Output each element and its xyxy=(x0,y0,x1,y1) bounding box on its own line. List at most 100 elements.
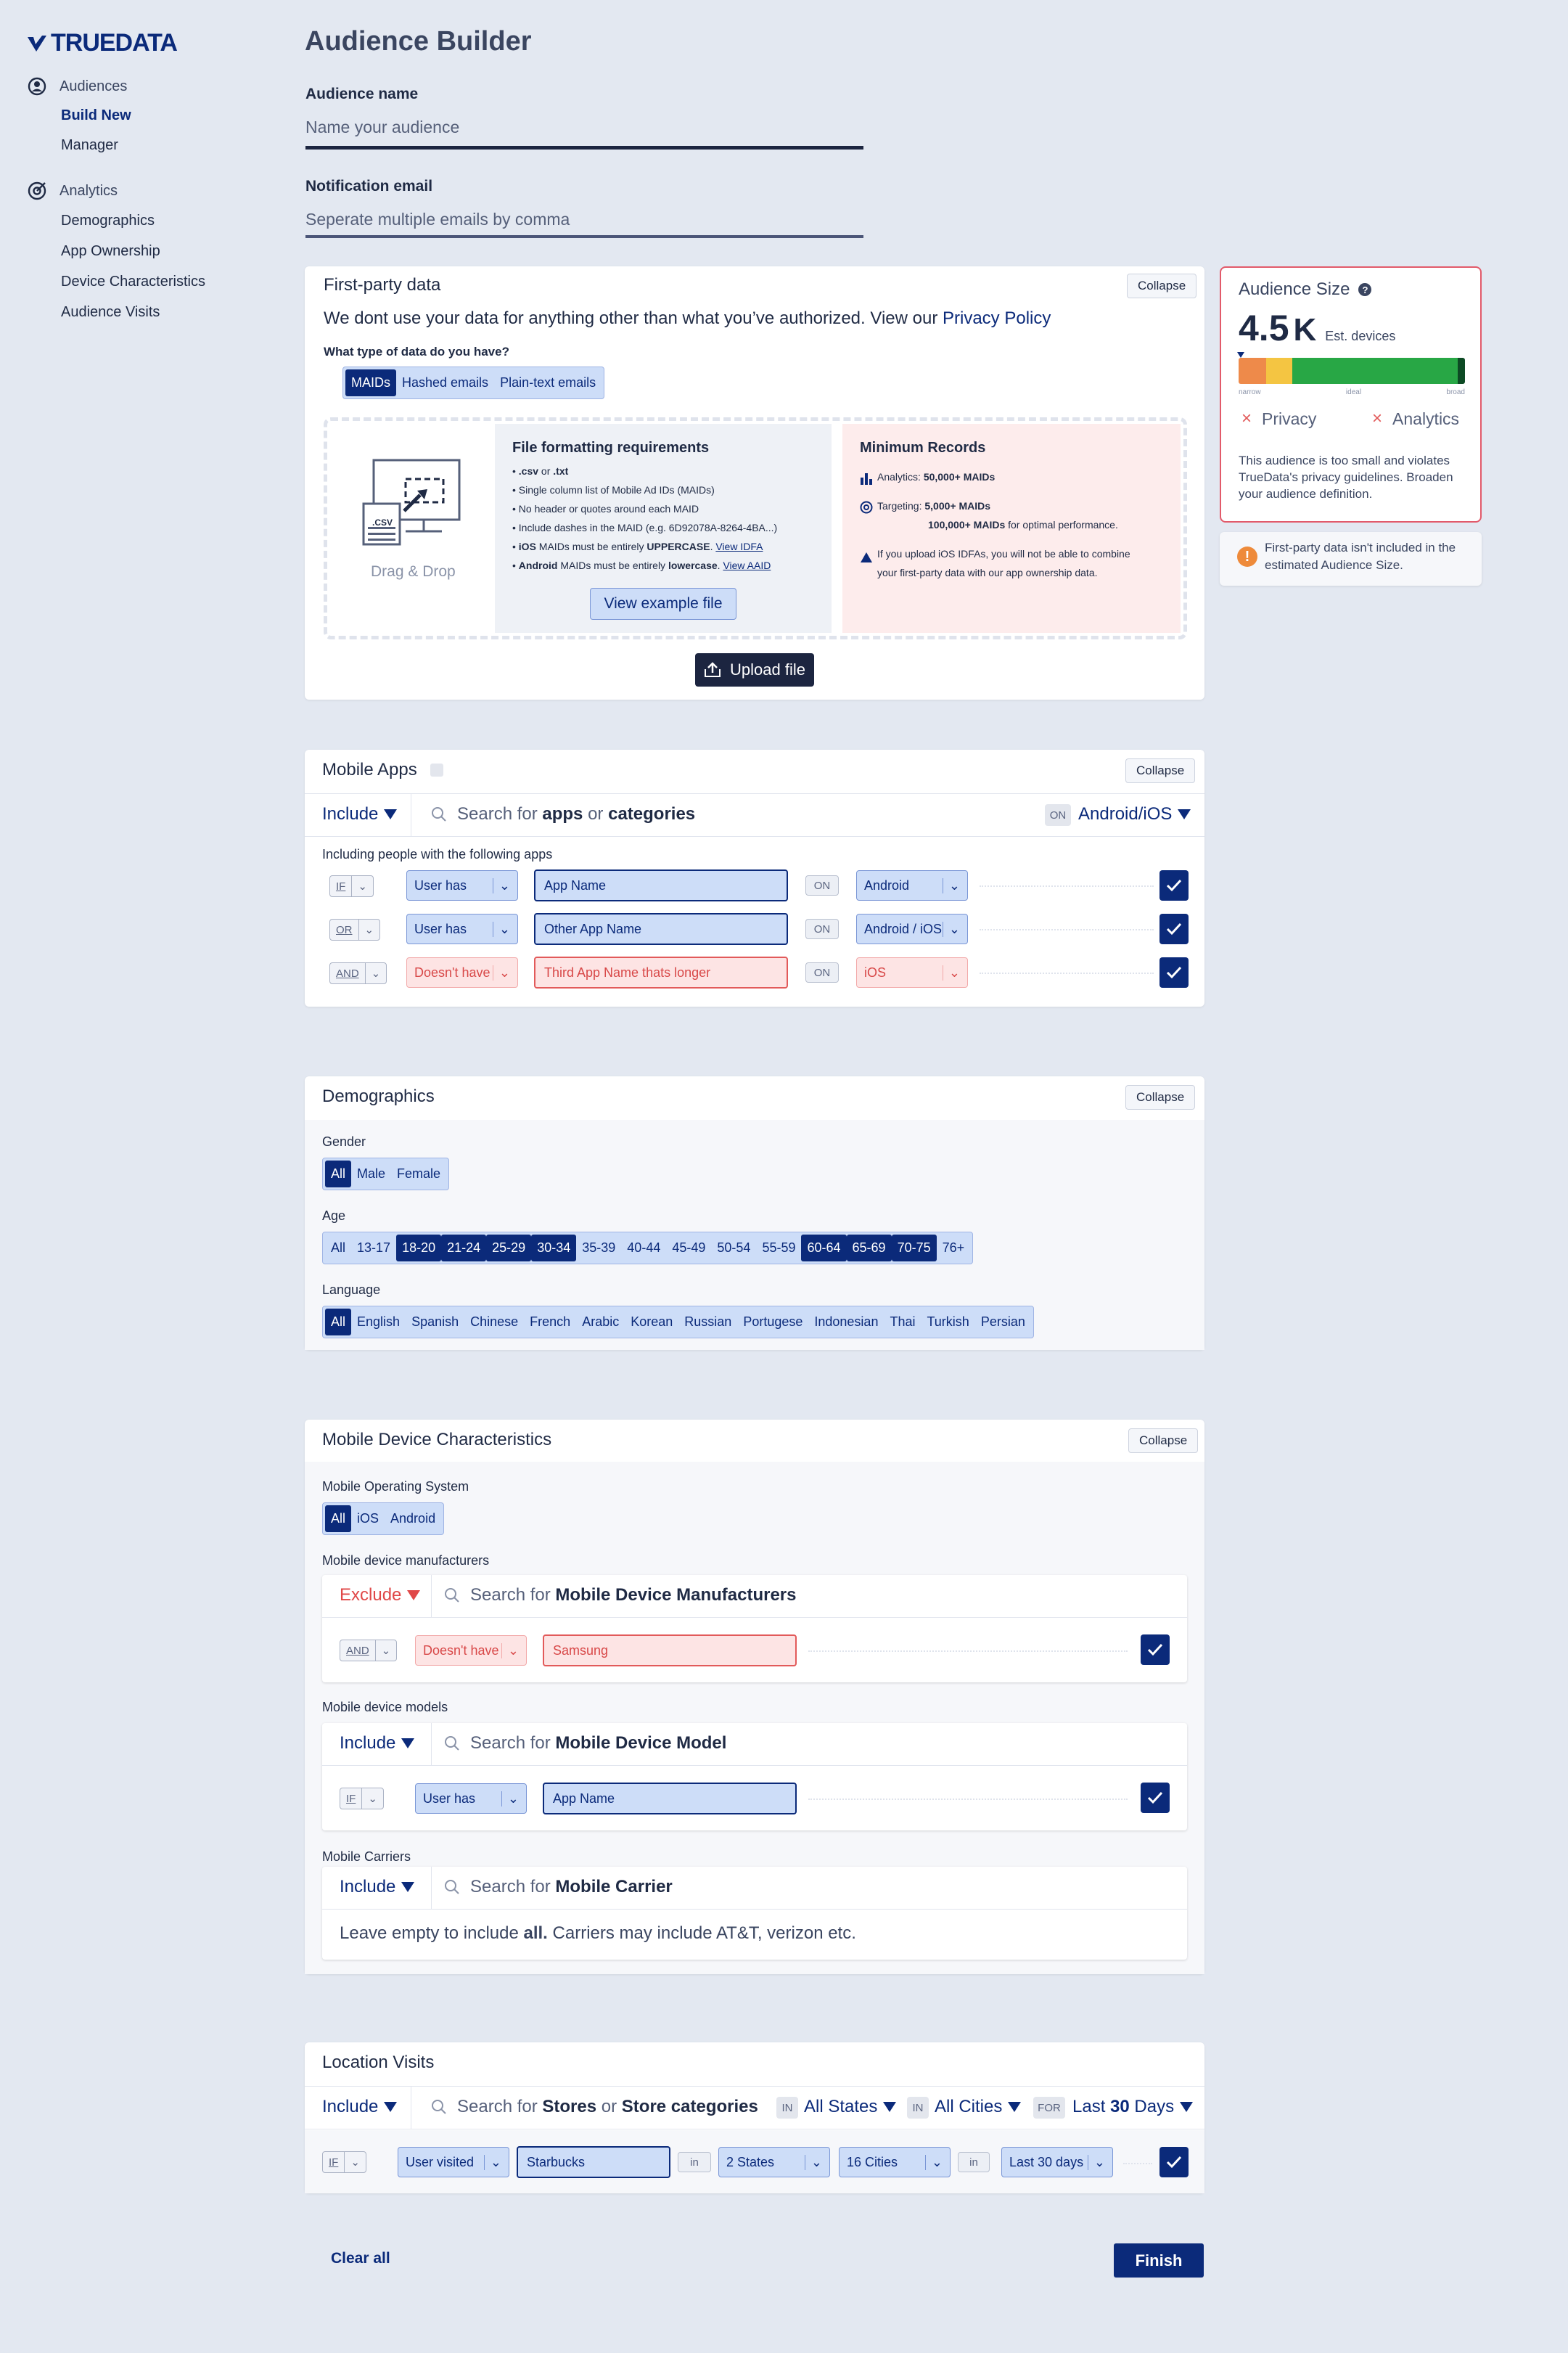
carriers-search-input[interactable]: Search for Mobile Carrier xyxy=(444,1877,673,1897)
cities-dropdown[interactable]: All Cities xyxy=(935,2097,1022,2117)
mfr-operator-select[interactable]: AND ⌄ xyxy=(340,1640,398,1661)
sidebar-section-audiences[interactable]: Audiences xyxy=(28,77,127,96)
notification-email-input[interactable]: Seperate multiple emails by comma xyxy=(305,210,570,229)
age-option[interactable]: 70-75 xyxy=(891,1235,937,1261)
mfr-condition-select[interactable]: Doesn't have ⌄ xyxy=(415,1635,527,1666)
app-row-condition-select[interactable]: Doesn't have ⌄ xyxy=(406,957,518,988)
app-row-operator-select[interactable]: OR ⌄ xyxy=(329,919,381,941)
finish-button[interactable]: Finish xyxy=(1114,2243,1204,2278)
view-aaid-link[interactable]: View AAID xyxy=(723,560,771,571)
app-row-condition-select[interactable]: User has ⌄ xyxy=(406,914,518,944)
language-option[interactable]: Arabic xyxy=(576,1309,625,1335)
age-option[interactable]: 21-24 xyxy=(441,1235,487,1261)
age-option[interactable]: 55-59 xyxy=(756,1235,801,1261)
include-dropdown[interactable]: Include xyxy=(322,804,398,824)
app-row-os-select[interactable]: Android ⌄ xyxy=(856,870,968,901)
location-cities-select[interactable]: 16 Cities ⌄ xyxy=(839,2147,951,2177)
app-row-operator-select[interactable]: IF ⌄ xyxy=(329,875,374,897)
mfr-value-input[interactable]: Samsung xyxy=(543,1634,797,1666)
app-row-confirm-button[interactable] xyxy=(1159,957,1189,988)
language-option[interactable]: English xyxy=(351,1309,406,1335)
include-dropdown[interactable]: Include xyxy=(340,1877,415,1897)
clear-all-button[interactable]: Clear all xyxy=(331,2250,390,2267)
language-option[interactable]: Chinese xyxy=(464,1309,524,1335)
include-dropdown[interactable]: Include xyxy=(322,2097,398,2117)
age-option[interactable]: 50-54 xyxy=(711,1235,756,1261)
age-option[interactable]: 60-64 xyxy=(801,1235,847,1261)
help-icon[interactable]: ? xyxy=(1358,283,1372,296)
app-row-confirm-button[interactable] xyxy=(1159,870,1189,901)
location-days-select[interactable]: Last 30 days ⌄ xyxy=(1001,2147,1113,2177)
app-row-os-select[interactable]: iOS ⌄ xyxy=(856,957,968,988)
mobile-apps-collapse-button[interactable]: Collapse xyxy=(1125,758,1196,783)
language-option[interactable]: Turkish xyxy=(921,1309,974,1335)
models-search-input[interactable]: Search for Mobile Device Model xyxy=(444,1733,726,1754)
age-option[interactable]: 65-69 xyxy=(846,1235,892,1261)
period-dropdown[interactable]: Last 30 Days xyxy=(1072,2097,1194,2117)
language-option[interactable]: All xyxy=(325,1309,352,1335)
states-dropdown[interactable]: All States xyxy=(804,2097,897,2117)
stores-search-input[interactable]: Search for Stores or Store categories xyxy=(431,2097,758,2117)
model-operator-select[interactable]: IF ⌄ xyxy=(340,1788,384,1809)
gender-option[interactable]: All xyxy=(325,1161,352,1187)
sidebar-item-device-characteristics[interactable]: Device Characteristics xyxy=(61,274,205,290)
age-option[interactable]: 30-34 xyxy=(531,1235,577,1261)
age-option[interactable]: 45-49 xyxy=(666,1235,711,1261)
manufacturers-search-input[interactable]: Search for Mobile Device Manufacturers xyxy=(444,1585,797,1605)
sidebar-section-analytics[interactable]: Analytics xyxy=(28,181,118,200)
os-option[interactable]: iOS xyxy=(351,1505,385,1532)
language-option[interactable]: Portugese xyxy=(737,1309,808,1335)
os-option[interactable]: Android xyxy=(385,1505,441,1532)
app-row-operator-select[interactable]: AND ⌄ xyxy=(329,962,387,984)
language-option[interactable]: Persian xyxy=(975,1309,1031,1335)
app-row-confirm-button[interactable] xyxy=(1159,914,1189,944)
location-operator-select[interactable]: IF ⌄ xyxy=(322,2151,366,2173)
demographics-collapse-button[interactable]: Collapse xyxy=(1125,1085,1196,1110)
os-option[interactable]: All xyxy=(325,1505,352,1532)
app-row-name-input[interactable]: Third App Name thats longer xyxy=(534,957,788,989)
age-option[interactable]: All xyxy=(325,1235,351,1261)
sidebar-item-manager[interactable]: Manager xyxy=(61,137,118,154)
sidebar-item-app-ownership[interactable]: App Ownership xyxy=(61,243,160,260)
language-option[interactable]: Thai xyxy=(884,1309,921,1335)
first-party-collapse-button[interactable]: Collapse xyxy=(1127,274,1197,298)
app-row-name-input[interactable]: Other App Name xyxy=(534,913,788,945)
age-option[interactable]: 35-39 xyxy=(576,1235,621,1261)
model-confirm-button[interactable] xyxy=(1141,1783,1170,1813)
device-collapse-button[interactable]: Collapse xyxy=(1128,1428,1199,1453)
age-option[interactable]: 76+ xyxy=(937,1235,971,1261)
view-idfa-link[interactable]: View IDFA xyxy=(715,541,763,552)
sidebar-item-demographics[interactable]: Demographics xyxy=(61,213,155,229)
location-store-input[interactable]: Starbucks xyxy=(517,2146,670,2178)
age-option[interactable]: 13-17 xyxy=(351,1235,396,1261)
age-option[interactable]: 25-29 xyxy=(486,1235,532,1261)
data-type-hashed-emails[interactable]: Hashed emails xyxy=(396,369,494,396)
app-row-os-select[interactable]: Android / iOS ⌄ xyxy=(856,914,968,944)
apps-search-input[interactable]: Search for apps or categories xyxy=(431,804,695,824)
app-row-name-input[interactable]: App Name xyxy=(534,869,788,901)
exclude-dropdown[interactable]: Exclude xyxy=(340,1585,421,1605)
language-option[interactable]: French xyxy=(524,1309,576,1335)
platform-dropdown[interactable]: Android/iOS xyxy=(1078,804,1191,824)
view-example-file-button[interactable]: View example file xyxy=(590,588,736,620)
language-option[interactable]: Spanish xyxy=(406,1309,464,1335)
include-dropdown[interactable]: Include xyxy=(340,1733,415,1754)
location-condition-select[interactable]: User visited ⌄ xyxy=(398,2147,509,2177)
data-type-maids[interactable]: MAIDs xyxy=(345,369,396,396)
language-option[interactable]: Russian xyxy=(678,1309,737,1335)
model-value-input[interactable]: App Name xyxy=(543,1783,797,1814)
privacy-policy-link[interactable]: Privacy Policy xyxy=(943,308,1051,328)
language-option[interactable]: Korean xyxy=(625,1309,678,1335)
app-row-condition-select[interactable]: User has ⌄ xyxy=(406,870,518,901)
data-type-plaintext-emails[interactable]: Plain-text emails xyxy=(494,369,602,396)
audience-name-input[interactable]: Name your audience xyxy=(305,118,459,137)
age-option[interactable]: 40-44 xyxy=(621,1235,666,1261)
brand-logo[interactable]: TRUEDATA xyxy=(26,29,178,57)
model-condition-select[interactable]: User has ⌄ xyxy=(415,1783,527,1814)
file-drop-zone[interactable]: .CSV Drag & Drop File formatting require… xyxy=(324,417,1187,639)
upload-file-button[interactable]: Upload file xyxy=(695,653,814,687)
mfr-confirm-button[interactable] xyxy=(1141,1634,1170,1665)
gender-option[interactable]: Female xyxy=(391,1161,446,1187)
sidebar-item-audience-visits[interactable]: Audience Visits xyxy=(61,304,160,321)
age-option[interactable]: 18-20 xyxy=(396,1235,442,1261)
